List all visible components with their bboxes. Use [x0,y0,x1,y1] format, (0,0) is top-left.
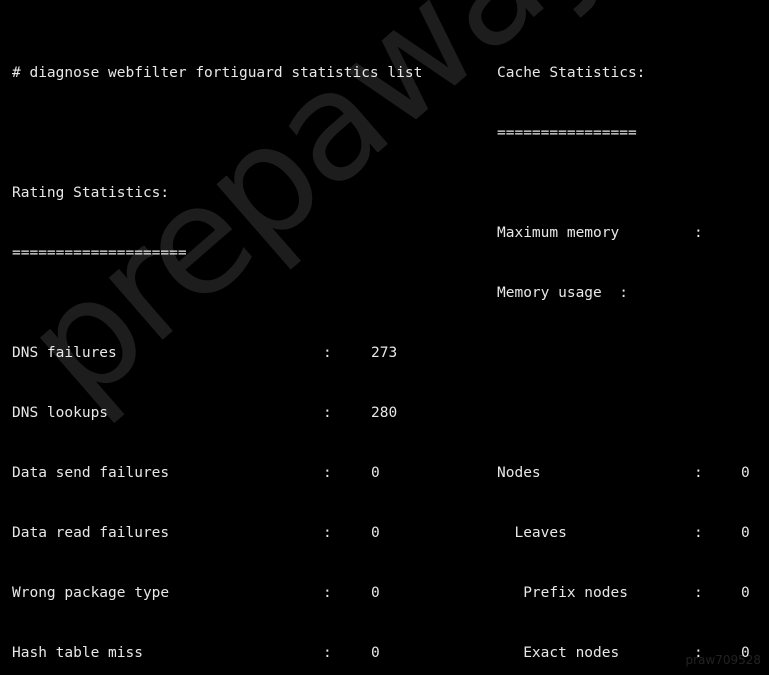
stat-row: Data send failures: 0 [12,463,492,483]
stat-colon: : [694,465,703,481]
stat-colon: : [323,345,332,361]
stat-value: 0 [371,465,380,481]
rating-statistics-heading: Rating Statistics: [12,185,170,201]
stat-label: Data send failures [12,465,170,481]
stat-label: Leaves [497,525,567,541]
stat-row: DNS failures: 273 [12,343,492,363]
stat-row: Memory usage : [497,283,769,303]
stat-value: 0 [371,585,380,601]
stat-colon: : [323,585,332,601]
stat-value: 0 [741,525,750,541]
terminal-window[interactable]: # diagnose webfilter fortiguard statisti… [0,0,769,675]
stat-value: 0 [371,525,380,541]
stat-value: 0 [741,465,750,481]
stat-label: DNS lookups [12,405,109,421]
stat-value: 0 [371,645,380,661]
stat-colon: : [694,225,703,241]
cache-statistics-column: Cache Statistics: ================ Maxim… [497,3,769,675]
stat-value: 0 [741,585,750,601]
stat-value: 280 [371,405,398,421]
stat-label: DNS failures [12,345,117,361]
stat-label: Maximum memory [497,225,620,241]
stat-label: Wrong package type [12,585,170,601]
stat-row: Hash table miss: 0 [12,643,492,663]
stat-row: Wrong package type: 0 [12,583,492,603]
cache-statistics-rule: ================ [497,125,637,141]
stat-colon: : [694,585,703,601]
stat-label: Exact nodes [497,645,620,661]
corner-tag-text: praw709528 [685,653,761,667]
stat-colon: : [694,525,703,541]
rating-statistics-column: # diagnose webfilter fortiguard statisti… [12,3,492,675]
stat-row: Data read failures: 0 [12,523,492,543]
command-prompt-line: # diagnose webfilter fortiguard statisti… [12,65,423,81]
stat-row: DNS lookups: 280 [12,403,492,423]
stat-row: Nodes: 0 [497,463,769,483]
stat-label: Hash table miss [12,645,143,661]
stat-colon: : [323,645,332,661]
stat-colon: : [323,405,332,421]
stat-label: Data read failures [12,525,170,541]
stat-label: Prefix nodes [497,585,628,601]
stat-colon: : [323,465,332,481]
stat-label: Nodes [497,465,541,481]
rating-statistics-rule: ==================== [12,245,187,261]
cache-statistics-heading: Cache Statistics: [497,65,646,81]
stat-row: Maximum memory: [497,223,769,243]
stat-row: Leaves: 0 [497,523,769,543]
stat-row: Prefix nodes: 0 [497,583,769,603]
stat-label: Memory usage : [497,285,628,301]
stat-colon: : [323,525,332,541]
stat-value: 273 [371,345,398,361]
